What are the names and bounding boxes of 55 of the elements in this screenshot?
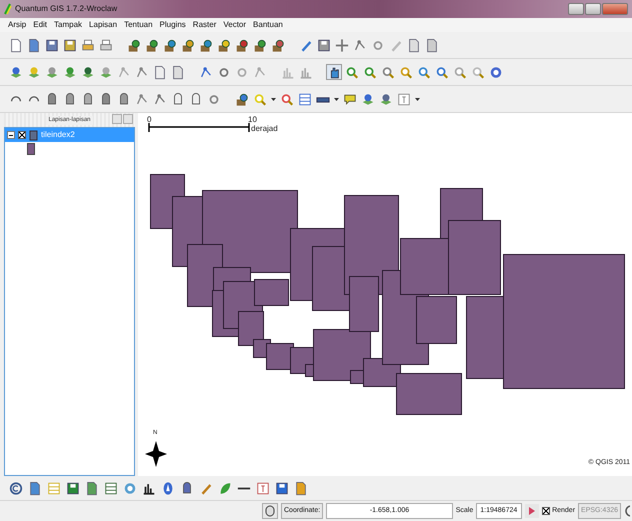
visibility-checkbox[interactable] bbox=[18, 131, 26, 139]
layer-pin-icon[interactable] bbox=[234, 91, 250, 107]
disk-icon[interactable] bbox=[44, 37, 60, 53]
menu-item[interactable]: Tampak bbox=[54, 20, 82, 30]
text-box-icon[interactable] bbox=[255, 480, 271, 496]
layer-pin-icon[interactable] bbox=[180, 37, 196, 53]
layer-pin-icon[interactable] bbox=[162, 37, 178, 53]
page-icon[interactable] bbox=[170, 64, 186, 80]
stop-render-icon[interactable] bbox=[525, 504, 540, 518]
pan-icon[interactable] bbox=[326, 64, 342, 80]
page-icon[interactable] bbox=[8, 37, 24, 53]
disk-icon[interactable] bbox=[316, 37, 332, 53]
menu-item[interactable]: Arsip bbox=[8, 20, 26, 30]
page-icon[interactable] bbox=[152, 64, 168, 80]
menu-item[interactable]: Plugins bbox=[160, 20, 186, 30]
window-title: Quantum GIS 1.7.2-Wroclaw bbox=[15, 3, 118, 15]
table-icon[interactable] bbox=[103, 480, 119, 496]
layer-pin-icon[interactable] bbox=[252, 37, 268, 53]
menu-item[interactable]: Edit bbox=[33, 20, 48, 30]
north-arrow-icon bbox=[145, 441, 167, 467]
page-icon[interactable] bbox=[26, 37, 42, 53]
app-logo-icon bbox=[4, 3, 12, 15]
table-icon[interactable] bbox=[297, 91, 313, 107]
maximize-button[interactable] bbox=[585, 3, 601, 15]
disk-icon[interactable] bbox=[65, 480, 81, 496]
polygon-layer-icon bbox=[29, 130, 38, 140]
page-icon[interactable] bbox=[27, 480, 43, 496]
disk-icon[interactable] bbox=[62, 37, 78, 53]
menu-item[interactable]: Lapisan bbox=[89, 20, 118, 30]
page-icon[interactable] bbox=[424, 37, 440, 53]
mouse-button[interactable] bbox=[262, 503, 278, 519]
menu-item[interactable]: Vector bbox=[223, 20, 246, 30]
scale-label: 10 bbox=[248, 114, 257, 125]
layer-pin-icon[interactable] bbox=[234, 37, 250, 53]
expand-toggle[interactable] bbox=[7, 131, 15, 139]
layer-pin-icon[interactable] bbox=[126, 37, 142, 53]
layer-pin-icon[interactable] bbox=[216, 37, 232, 53]
move-icon[interactable] bbox=[334, 37, 350, 53]
scale-unit: derajad bbox=[251, 123, 278, 135]
disk-icon[interactable] bbox=[274, 480, 290, 496]
layer-name: tileindex2 bbox=[41, 129, 75, 141]
page-icon[interactable] bbox=[293, 480, 309, 496]
page-icon[interactable] bbox=[406, 37, 422, 53]
scale-label: 0 bbox=[147, 114, 152, 126]
menu-item[interactable]: Bantuan bbox=[253, 20, 283, 30]
minimize-button[interactable] bbox=[568, 3, 584, 15]
layer-pin-icon[interactable] bbox=[198, 37, 214, 53]
page-icon[interactable] bbox=[84, 480, 100, 496]
menu-item[interactable]: Tentuan bbox=[124, 20, 153, 30]
printer-icon[interactable] bbox=[80, 37, 96, 53]
layer-pin-icon[interactable] bbox=[144, 37, 160, 53]
menu-item[interactable]: Raster bbox=[192, 20, 216, 30]
printer-icon[interactable] bbox=[98, 37, 114, 53]
copyright-icon[interactable] bbox=[8, 480, 24, 496]
layer-pin-icon[interactable] bbox=[270, 37, 286, 53]
